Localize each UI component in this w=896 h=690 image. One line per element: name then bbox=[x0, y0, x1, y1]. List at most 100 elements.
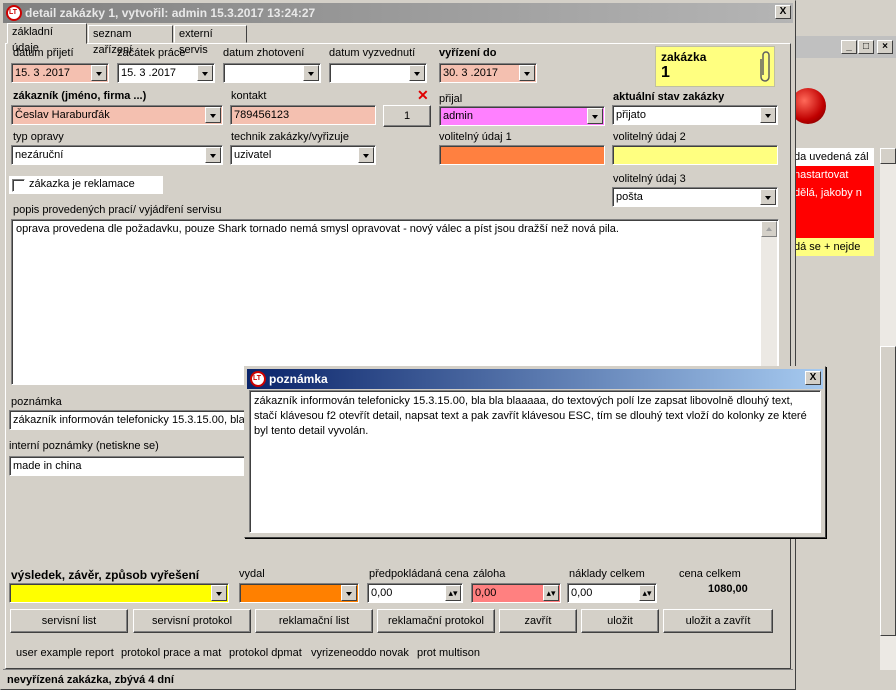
scroll-up-icon[interactable] bbox=[880, 148, 896, 164]
chevron-down-icon[interactable] bbox=[760, 107, 776, 123]
due-date-field[interactable]: 30. 3 .2017 bbox=[439, 63, 537, 83]
customer-field[interactable]: Česlav Haraburďák bbox=[11, 105, 223, 125]
chevron-down-icon[interactable] bbox=[341, 585, 357, 601]
internal-notes-label: interní poznámky (netiskne se) bbox=[9, 440, 159, 452]
total-price-label: cena celkem bbox=[679, 568, 741, 580]
total-costs-label: náklady celkem bbox=[569, 568, 645, 580]
total-price-value: 1080,00 bbox=[708, 583, 748, 595]
order-state-field[interactable]: přijato bbox=[612, 105, 778, 125]
report-link[interactable]: protokol dpmat bbox=[229, 647, 302, 659]
chevron-down-icon[interactable] bbox=[760, 189, 776, 205]
note-label: poznámka bbox=[11, 396, 62, 408]
total-costs-field[interactable]: 0,00 ▴▾ bbox=[567, 583, 657, 603]
contact-count-button[interactable]: 1 bbox=[383, 105, 431, 127]
status-bar: nevyřízená zakázka, zbývá 4 dní bbox=[3, 669, 793, 689]
service-protocol-button[interactable]: servisní protokol bbox=[133, 609, 251, 633]
order-label: zakázka bbox=[661, 50, 707, 64]
work-start-field[interactable]: 15. 3 .2017 bbox=[117, 63, 215, 83]
received-by-field[interactable]: admin bbox=[439, 106, 605, 126]
technician-field[interactable]: uzivatel bbox=[230, 145, 376, 165]
order-number-box: zakázka 1 bbox=[655, 46, 775, 87]
internal-notes-field[interactable]: made in china bbox=[9, 456, 247, 476]
app-logo-icon bbox=[6, 5, 22, 21]
list-item[interactable]: dá se + nejde bbox=[792, 238, 874, 256]
service-sheet-button[interactable]: servisní list bbox=[10, 609, 128, 633]
optional-3-field[interactable]: pošta bbox=[612, 187, 778, 207]
optional-1-field[interactable] bbox=[439, 145, 605, 165]
date-received-value: 15. 3 .2017 bbox=[15, 67, 71, 79]
pickup-date-field[interactable] bbox=[329, 63, 427, 83]
close-icon[interactable]: × bbox=[877, 40, 893, 54]
popup-titlebar: poznámka bbox=[247, 369, 823, 389]
spinner-icon[interactable]: ▴▾ bbox=[639, 585, 655, 601]
optional-2-label: volitelný údaj 2 bbox=[613, 131, 686, 143]
report-link[interactable]: protokol prace a mat bbox=[121, 647, 221, 659]
reclamation-sheet-button[interactable]: reklamační list bbox=[255, 609, 373, 633]
list-item[interactable]: da uvedená zál bbox=[792, 148, 874, 166]
report-link[interactable]: user example report bbox=[16, 647, 114, 659]
scroll-up-icon[interactable] bbox=[761, 221, 777, 237]
chevron-down-icon[interactable] bbox=[409, 65, 425, 81]
total-costs-value: 0,00 bbox=[571, 587, 593, 599]
reclamation-protocol-button[interactable]: reklamační protokol bbox=[377, 609, 495, 633]
completion-date-field[interactable] bbox=[223, 63, 321, 83]
repair-type-value: nezáruční bbox=[15, 149, 64, 161]
tab-basic[interactable]: základní údaje bbox=[7, 23, 87, 54]
chevron-down-icon[interactable] bbox=[91, 65, 107, 81]
work-description-scrollbar[interactable] bbox=[761, 221, 777, 383]
close-button[interactable]: zavřít bbox=[499, 609, 577, 633]
estimated-price-field[interactable]: 0,00 ▴▾ bbox=[367, 583, 463, 603]
order-state-value: přijato bbox=[616, 109, 646, 121]
maximize-icon[interactable]: □ bbox=[858, 40, 874, 54]
save-and-close-button[interactable]: uložit a zavřít bbox=[663, 609, 773, 633]
tab-devices[interactable]: seznam zařízení bbox=[88, 25, 173, 56]
technician-label: technik zakázky/vyřizuje bbox=[231, 131, 349, 143]
spinner-icon[interactable]: ▴▾ bbox=[445, 585, 461, 601]
minimize-icon[interactable]: _ bbox=[841, 40, 857, 54]
internal-notes-value: made in china bbox=[13, 460, 82, 472]
due-date-value: 30. 3 .2017 bbox=[443, 67, 499, 79]
report-link[interactable]: vyrizeneoddo novak bbox=[311, 647, 409, 659]
paperclip-icon[interactable] bbox=[756, 49, 774, 85]
chevron-down-icon[interactable] bbox=[303, 65, 319, 81]
work-description-textarea[interactable]: oprava provedena dle požadavku, pouze Sh… bbox=[11, 219, 779, 385]
chevron-down-icon[interactable] bbox=[211, 585, 227, 601]
scroll-thumb[interactable] bbox=[880, 346, 896, 636]
chevron-down-icon[interactable] bbox=[587, 108, 603, 124]
chevron-down-icon[interactable] bbox=[358, 147, 374, 163]
close-icon[interactable]: X bbox=[805, 371, 821, 385]
date-received-field[interactable]: 15. 3 .2017 bbox=[11, 63, 109, 83]
chevron-down-icon[interactable] bbox=[205, 147, 221, 163]
chevron-down-icon[interactable] bbox=[519, 65, 535, 81]
list-item[interactable]: dělá, jakoby n bbox=[792, 184, 874, 202]
repair-type-field[interactable]: nezáruční bbox=[11, 145, 223, 165]
customer-value: Česlav Haraburďák bbox=[15, 109, 110, 121]
result-field[interactable] bbox=[9, 583, 229, 603]
contact-field[interactable]: 789456123 bbox=[230, 105, 376, 125]
received-by-value: admin bbox=[443, 110, 473, 122]
spinner-icon[interactable]: ▴▾ bbox=[543, 585, 559, 601]
issued-by-field[interactable] bbox=[239, 583, 359, 603]
work-start-value: 15. 3 .2017 bbox=[121, 67, 177, 79]
save-button[interactable]: uložit bbox=[581, 609, 659, 633]
estimated-price-label: předpokládaná cena bbox=[369, 568, 469, 580]
background-scrollbar[interactable] bbox=[880, 148, 896, 670]
due-date-label: vyřízení do bbox=[439, 47, 497, 59]
contact-value: 789456123 bbox=[234, 109, 290, 121]
reclamation-checkbox[interactable] bbox=[12, 179, 25, 192]
chevron-down-icon[interactable] bbox=[205, 107, 221, 123]
close-icon[interactable]: X bbox=[775, 5, 791, 19]
clear-contact-icon[interactable]: ✕ bbox=[417, 87, 429, 104]
tab-external-service[interactable]: externí servis bbox=[174, 25, 247, 56]
list-item[interactable] bbox=[792, 202, 874, 220]
optional-2-field[interactable] bbox=[612, 145, 778, 165]
list-item[interactable] bbox=[792, 220, 874, 238]
work-start-label: začátek práce bbox=[117, 47, 186, 59]
list-item[interactable]: nastartovat bbox=[792, 166, 874, 184]
reclamation-checkbox-row[interactable]: zákazka je reklamace bbox=[9, 176, 163, 194]
deposit-field[interactable]: 0,00 ▴▾ bbox=[471, 583, 561, 603]
popup-note-textarea[interactable]: zákazník informován telefonicky 15.3.15.… bbox=[249, 390, 821, 533]
chevron-down-icon[interactable] bbox=[197, 65, 213, 81]
note-field[interactable]: zákazník informován telefonicky 15.3.15.… bbox=[9, 410, 247, 430]
report-link[interactable]: prot multison bbox=[417, 647, 480, 659]
